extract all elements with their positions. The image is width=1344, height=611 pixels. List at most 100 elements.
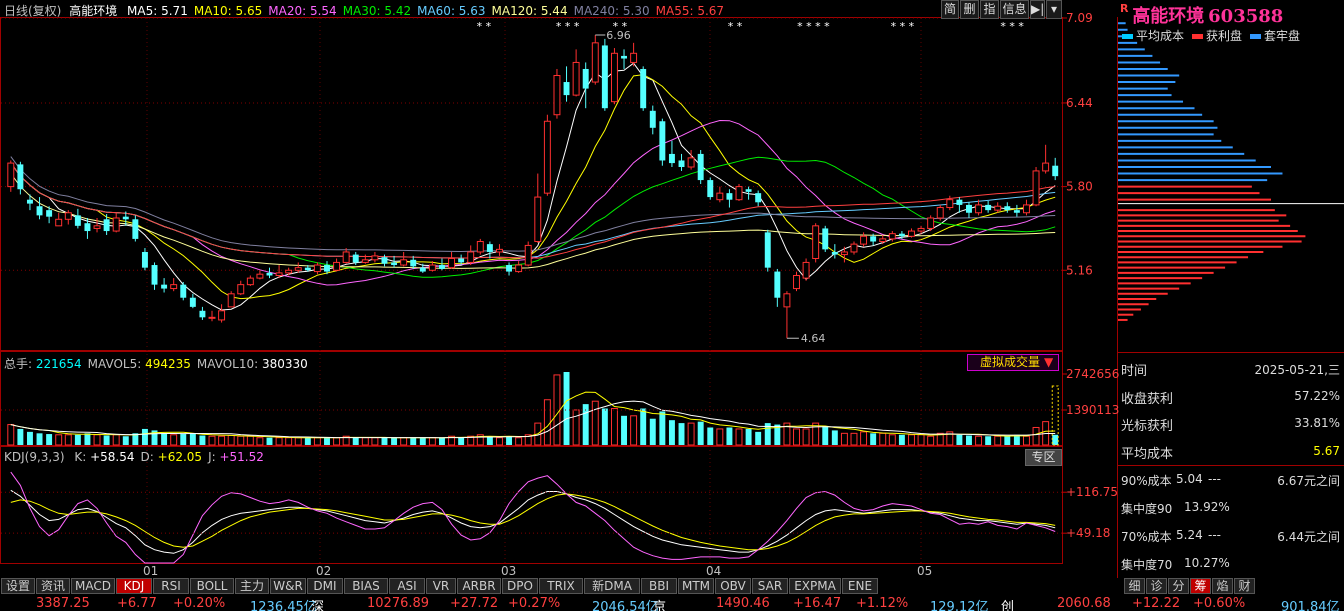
candle-body-up xyxy=(467,251,475,263)
side-tab[interactable]: 分 xyxy=(1168,578,1189,594)
volume-bar xyxy=(36,433,43,445)
ticker-item: 京 xyxy=(653,600,667,611)
candle-body-up xyxy=(687,157,695,168)
candle xyxy=(543,114,551,196)
cost-separator: --- xyxy=(1208,528,1221,542)
candle-body-up xyxy=(246,277,254,286)
tab-dmi[interactable]: DMI xyxy=(307,578,343,594)
tab-bias[interactable]: BIAS xyxy=(344,578,388,594)
candle-body-up xyxy=(793,274,800,290)
candle-body-up xyxy=(1022,204,1030,214)
volume-bar xyxy=(879,432,887,446)
indicator-button[interactable]: 指 xyxy=(980,0,999,19)
cost-row-label: 70%成本 xyxy=(1121,530,1172,544)
tab-asi[interactable]: ASI xyxy=(389,578,425,594)
tab-obv[interactable]: OBV xyxy=(715,578,751,594)
tab-boll[interactable]: BOLL xyxy=(190,578,234,594)
ma-number: 5.67 xyxy=(693,4,725,18)
candle xyxy=(313,262,321,275)
candle xyxy=(966,202,972,218)
legend-label: 获利盘 xyxy=(1206,29,1243,43)
volume-bar xyxy=(227,435,235,446)
tab-dma[interactable]: 新DMA xyxy=(584,578,640,594)
tab-mtm[interactable]: MTM xyxy=(678,578,714,594)
tab-bbi[interactable]: BBI xyxy=(641,578,677,594)
ticker-item: 901.84亿 xyxy=(1281,600,1340,611)
period-label: 日线(复权) xyxy=(4,4,62,18)
virtual-volume-button[interactable]: 虚拟成交量 ▼ xyxy=(967,354,1059,371)
volume-bar xyxy=(26,431,33,445)
info-separator xyxy=(1118,465,1344,466)
tab-rsi[interactable]: RSI xyxy=(153,578,189,594)
candle-body-down xyxy=(304,267,311,271)
delete-button[interactable]: 删 xyxy=(960,0,979,19)
tab-arbr[interactable]: ARBR xyxy=(457,578,501,594)
volume-bar xyxy=(745,428,752,445)
tab-dpo[interactable]: DPO xyxy=(502,578,538,594)
volume-bar xyxy=(324,437,330,445)
simple-button[interactable]: 简 xyxy=(941,0,959,19)
ma-line-ma30 xyxy=(10,156,1056,278)
price-panel-frame xyxy=(0,17,1063,351)
side-tab[interactable]: 细 xyxy=(1124,578,1145,594)
side-tab[interactable]: 诊 xyxy=(1146,578,1167,594)
volume-bar xyxy=(898,434,905,445)
ma-number: 5.30 xyxy=(619,4,650,18)
candle-body-down xyxy=(486,244,493,252)
volume-bar xyxy=(822,426,829,445)
side-tab[interactable]: 财 xyxy=(1234,578,1255,594)
tab-ene[interactable]: ENE xyxy=(842,578,878,594)
signal-marker: * * * xyxy=(556,20,580,33)
tab-vr[interactable]: VR xyxy=(426,578,456,594)
tab-[interactable]: 主力 xyxy=(235,578,269,594)
volume-bar xyxy=(189,433,196,445)
side-tab[interactable]: 焰 xyxy=(1212,578,1233,594)
ticker-item: +0.60% xyxy=(1193,596,1246,611)
candle xyxy=(630,42,638,67)
indicator-value: MAVOL5: 494235 xyxy=(88,357,191,371)
candle xyxy=(495,244,503,256)
tab-kdj[interactable]: KDJ xyxy=(116,578,152,594)
side-tab[interactable]: 筹 xyxy=(1190,578,1211,594)
stock-chart-window: 7.09 6.44 5.80 5.16 01 02 03 04 05 6.96 4.64 * * * *… xyxy=(0,0,1344,611)
zone-button[interactable]: 专区 xyxy=(1025,449,1062,466)
chip-legend: 平均成本 获利盘 套牢盘 xyxy=(1122,27,1308,44)
candle xyxy=(621,49,627,69)
tab-trix[interactable]: TRIX xyxy=(539,578,583,594)
tab-macd[interactable]: MACD xyxy=(71,578,115,594)
candle-body-down xyxy=(189,297,196,307)
volume-bar xyxy=(428,437,436,446)
candle xyxy=(850,241,858,255)
volume-bar xyxy=(888,434,896,446)
candle xyxy=(486,241,493,259)
date-label: 04 xyxy=(706,564,721,578)
tab-wr[interactable]: W&R xyxy=(270,578,306,594)
candle xyxy=(524,241,532,267)
cost-low-value: 5.04 xyxy=(1176,472,1203,486)
info-button[interactable]: 信息 xyxy=(1000,0,1029,19)
info-row-value: 2025-05-21,三 xyxy=(1254,363,1340,377)
tab-sar[interactable]: SAR xyxy=(752,578,788,594)
volume-bar xyxy=(304,437,311,445)
chart-canvas[interactable]: 7.096.445.805.1601 02 03 04 056.964.64* * * *… xyxy=(0,0,1344,611)
stock-name-label: 高能环境 xyxy=(69,4,118,18)
ma-value-ma120: MA120: 5.44 xyxy=(492,4,568,18)
candle-body-up xyxy=(313,264,321,273)
ma-header: 日线(复权) 高能环境 MA5: 5.71 MA10: 5.65 MA20: 5.5… xyxy=(4,2,724,19)
ticker-item: +1.12% xyxy=(856,596,909,611)
candle xyxy=(1013,204,1020,217)
date-label: 05 xyxy=(917,564,932,578)
info-row-label: 时间 xyxy=(1121,364,1148,379)
candle-body-up xyxy=(783,293,791,308)
candle-body-down xyxy=(774,271,781,298)
cost-row-label: 集中度90 xyxy=(1121,502,1173,516)
more-button[interactable]: ▾ xyxy=(1046,0,1062,19)
tab-[interactable]: 设置 xyxy=(1,578,35,594)
candle-body-up xyxy=(428,264,436,271)
tab-[interactable]: 资讯 xyxy=(36,578,70,594)
tab-expma[interactable]: EXPMA xyxy=(789,578,841,594)
candle xyxy=(64,210,72,225)
candle xyxy=(985,200,992,213)
candle xyxy=(755,190,762,207)
play-button[interactable]: ▶| xyxy=(1030,0,1045,19)
